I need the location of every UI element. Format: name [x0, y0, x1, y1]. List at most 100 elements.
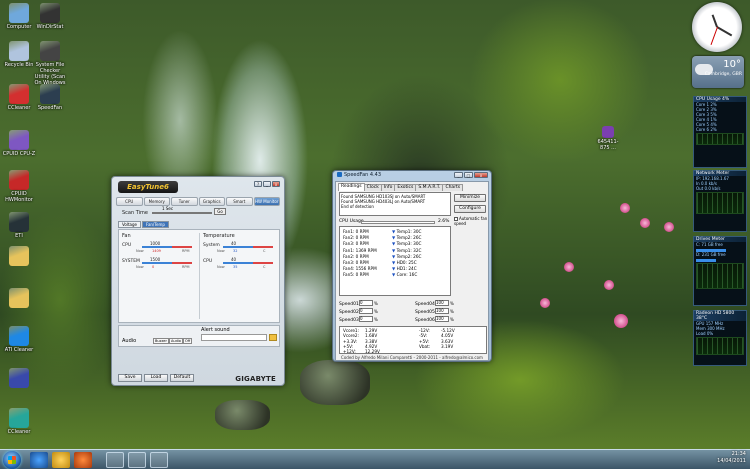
system-tray-clock[interactable]: 21:34 14/04/2011	[717, 451, 746, 465]
desktop-icon[interactable]: SpeedFan	[33, 84, 67, 111]
desktop-icon[interactable]: CPUID CPU-Z	[2, 130, 36, 157]
audio-button[interactable]: Audio	[169, 338, 183, 344]
fan-threshold-slider[interactable]	[142, 262, 192, 264]
cpu-meter-graph	[696, 133, 744, 145]
taskbar-easytune-button[interactable]	[106, 452, 124, 468]
voltage-reading: Vbat: 3.19V	[419, 344, 453, 349]
save-button[interactable]: Save	[118, 374, 142, 382]
minimize-to-tray-button[interactable]: Minimize	[454, 194, 486, 202]
desktop-icon[interactable]: Recycle Bin	[2, 41, 36, 68]
default-button[interactable]: Default	[170, 374, 194, 382]
desktop-icon[interactable]: CCleaner	[2, 408, 36, 435]
voltage-value: 1.29V	[365, 328, 378, 333]
close-button[interactable]: x	[474, 172, 488, 178]
easytune6-window[interactable]: EasyTune6 ? _ x CPU Memory Tuner Graphics …	[111, 176, 285, 386]
fan-now-value: 1409	[152, 249, 161, 253]
weather-gadget[interactable]: 10° Cambridge, GBR	[692, 56, 744, 88]
image-file-icon	[602, 126, 614, 138]
wallpaper-flower	[664, 222, 674, 232]
tab-smart[interactable]: S.M.A.R.T.	[415, 184, 444, 191]
automatic-fan-speed-label: Automatic fan speed	[454, 216, 488, 226]
scan-time-slider[interactable]	[152, 212, 212, 214]
desktop-icon-misc[interactable]: 645411-875 ...	[595, 126, 621, 151]
windows-explorer-icon[interactable]	[52, 452, 70, 468]
desktop-icon[interactable]	[2, 246, 36, 267]
tab-readings[interactable]: Readings	[338, 183, 365, 191]
media-player-icon[interactable]	[74, 452, 92, 468]
desktop-icon[interactable]: System File Checker Utility (Scan On Win…	[33, 41, 67, 86]
fan-limit: 1500	[150, 257, 161, 262]
speed-input[interactable]: 100	[435, 308, 449, 314]
tab-memory[interactable]: Memory	[143, 197, 170, 206]
gpu-meter-graph	[696, 337, 744, 355]
gpu-meter-row: Load 0%	[696, 331, 714, 336]
speed-input[interactable]: 0	[359, 308, 373, 314]
load-button[interactable]: Load	[144, 374, 168, 382]
minimize-button[interactable]: _	[263, 181, 271, 187]
window-title: SpeedFan 4.43	[344, 172, 382, 178]
fan-readings: Fan1: 0 RPM Fan2: 0 RPM Fan3: 0 RPM Fan1: 1…	[343, 229, 377, 279]
start-button[interactable]	[3, 451, 21, 469]
automatic-fan-speed-checkbox[interactable]: Automatic fan speed	[454, 216, 488, 226]
subtab-fan-temp[interactable]: Fan/Temp	[142, 221, 169, 228]
internet-explorer-icon[interactable]	[30, 452, 48, 468]
off-button[interactable]: Off	[183, 338, 193, 344]
temp-limit: 40	[231, 241, 237, 246]
speed-input[interactable]: 0	[359, 300, 373, 306]
folder-icon[interactable]	[269, 334, 277, 341]
clock-gadget[interactable]	[692, 2, 742, 52]
maximize-button[interactable]: □	[464, 172, 473, 178]
tab-hw-monitor[interactable]: HW Monitor	[253, 197, 280, 206]
desktop-icon[interactable]: WinDirStat	[33, 3, 67, 30]
cpu-meter-gadget[interactable]: CPU Usage 4% Core 1 2% Core 2 3% Core 3 …	[693, 96, 747, 168]
tab-info[interactable]: Info	[380, 184, 396, 191]
desktop-icon[interactable]	[2, 288, 36, 309]
tab-tuner[interactable]: Tuner	[171, 197, 198, 206]
speed-input[interactable]: 100	[435, 300, 449, 306]
buzzer-button[interactable]: Buzzer	[153, 338, 169, 344]
tab-graphics[interactable]: Graphics	[198, 197, 225, 206]
desktop-icon[interactable]: ETI	[2, 212, 36, 239]
desktop-icon[interactable]	[2, 368, 36, 389]
close-button[interactable]: x	[272, 181, 280, 187]
network-meter-graph	[696, 192, 744, 214]
drives-meter-gadget[interactable]: Drives Meter C: 71 GB free D: 231 GB fre…	[693, 236, 747, 306]
tab-exotics[interactable]: Exotics	[394, 184, 417, 191]
temperature-value: 30C	[413, 241, 422, 247]
temperature-label: HD0:	[396, 260, 408, 266]
scan-time-value: 1 Sec	[162, 206, 174, 211]
percent-label: %	[450, 300, 454, 306]
speed-input[interactable]: 100	[435, 316, 449, 322]
taskbar-speedfan-button[interactable]	[128, 452, 146, 468]
temp-threshold-slider[interactable]	[223, 246, 273, 248]
taskbar-firefox-button[interactable]	[150, 452, 168, 468]
tab-clock[interactable]: Clock	[363, 184, 382, 191]
temp-limit: 40	[231, 257, 237, 262]
voltage-label: Vbat:	[419, 343, 431, 349]
tab-cpu[interactable]: CPU	[116, 197, 143, 206]
desktop-icon[interactable]: CCleaner	[2, 84, 36, 111]
temp-threshold-slider[interactable]	[223, 262, 273, 264]
desktop-icon-label: WinDirStat	[36, 24, 64, 30]
detection-log[interactable]: Found SAMSUNG HD103SJ on Auto/SMART Foun…	[339, 192, 451, 216]
desktop-icon[interactable]: ATI Cleaner	[2, 326, 36, 353]
desktop-icon-label: 645411-875 ...	[597, 139, 619, 151]
speedfan-window[interactable]: SpeedFan 4.43 _ □ x Readings Clock Info Ex…	[332, 170, 492, 362]
tab-charts[interactable]: Charts	[442, 184, 464, 191]
log-line: End of detection	[341, 204, 374, 209]
fan-threshold-slider[interactable]	[142, 246, 192, 248]
alert-sound-field[interactable]	[201, 334, 267, 341]
desktop-icon[interactable]: CPUID HWMonitor	[2, 170, 36, 203]
temperature-label: HD1:	[396, 266, 408, 272]
go-button[interactable]: Go	[214, 208, 226, 215]
gpu-meter-gadget[interactable]: Radeon HD 5800 38°C GPU 157 MHz Mem 300 …	[693, 310, 747, 366]
help-button[interactable]: ?	[254, 181, 262, 187]
network-meter-gadget[interactable]: Network Meter IP: 192.168.1.67 In 0.0 kb…	[693, 170, 747, 232]
speed-input[interactable]: 0	[359, 316, 373, 322]
subtab-voltage[interactable]: Voltage	[118, 221, 142, 228]
configure-button[interactable]: Configure	[454, 205, 486, 213]
application-icon	[40, 3, 60, 23]
minimize-button[interactable]: _	[454, 172, 463, 178]
desktop-icon[interactable]: Computer	[2, 3, 36, 30]
tab-smart[interactable]: Smart	[226, 197, 253, 206]
